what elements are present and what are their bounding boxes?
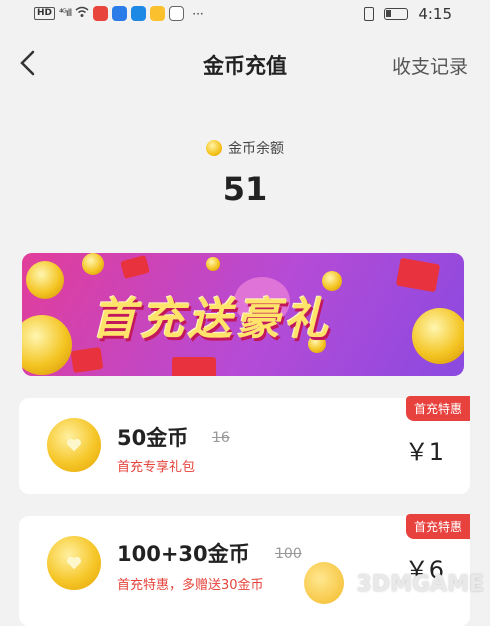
app-notification-icon — [93, 6, 109, 21]
first-recharge-banner[interactable]: 首充送豪礼 — [22, 253, 464, 376]
package-card[interactable]: 首充特惠 50金币 16 首充专享礼包 ￥1 — [19, 396, 470, 494]
package-subtitle: 首充专享礼包 — [117, 460, 196, 475]
more-notifications-icon: ··· — [192, 6, 204, 21]
coin-icon — [206, 140, 222, 156]
red-envelope-decoration — [395, 257, 441, 293]
balance-label-row: 金币余额 — [0, 138, 490, 158]
heart-icon — [66, 438, 82, 452]
banner-title: 首充送豪礼 — [92, 294, 332, 345]
app-notification-icon — [112, 6, 128, 21]
package-subtitle: 首充特惠，多赠送30金币 — [117, 578, 264, 593]
package-name: 100+30金币 — [117, 542, 250, 566]
promo-badge: 首充特惠 — [405, 514, 470, 539]
red-envelope-decoration — [70, 347, 104, 373]
package-price: ￥1 — [404, 438, 444, 466]
heart-icon — [66, 556, 82, 570]
red-envelope-decoration — [172, 357, 216, 376]
battery-icon — [384, 8, 409, 20]
watermark: 3DMGAME — [356, 572, 484, 597]
original-price: 100 — [275, 546, 302, 562]
wifi-icon — [75, 6, 89, 21]
nav-header: 金币充值 收支记录 — [0, 30, 490, 98]
coin-decoration — [22, 315, 72, 375]
signal-icon: ⁴ᴳıll — [59, 8, 72, 19]
coin-decoration — [82, 253, 104, 275]
status-left: HD ⁴ᴳıll ··· — [34, 6, 204, 21]
red-envelope-decoration — [120, 254, 150, 280]
app-notification-icon — [150, 6, 166, 21]
coin-icon — [47, 418, 101, 472]
original-price: 16 — [212, 430, 230, 446]
promo-badge: 首充特惠 — [405, 396, 470, 421]
coin-icon — [47, 536, 101, 590]
balance-value: 51 — [222, 170, 268, 208]
clock: 4:15 — [418, 5, 452, 23]
hd-indicator: HD — [34, 7, 56, 20]
coin-decoration — [26, 261, 64, 299]
status-right: 4:15 — [364, 5, 452, 23]
records-link[interactable]: 收支记录 — [392, 52, 468, 79]
watermark-mascot — [304, 562, 344, 604]
package-name: 50金币 — [117, 426, 189, 450]
app-notification-icon — [169, 6, 185, 21]
coin-decoration — [206, 257, 220, 271]
status-bar: HD ⁴ᴳıll ··· 4:15 — [0, 0, 490, 30]
vibrate-icon — [364, 7, 375, 21]
balance-label: 金币余额 — [228, 141, 284, 157]
package-card[interactable]: 首充特惠 100+30金币 100 首充特惠，多赠送30金币 ￥6 — [19, 514, 470, 626]
app-notification-icon — [131, 6, 147, 21]
coin-decoration — [412, 308, 464, 364]
